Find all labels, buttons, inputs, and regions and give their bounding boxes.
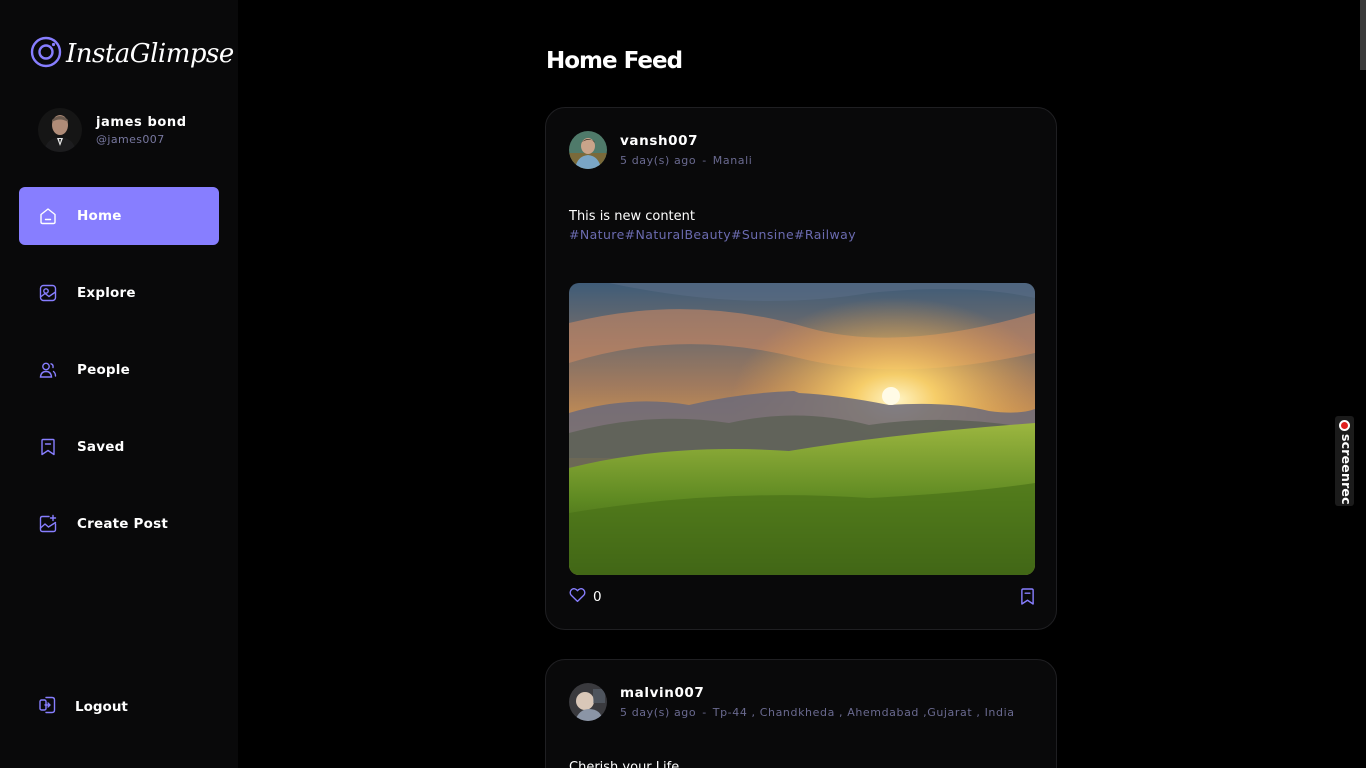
nav-label-home: Home <box>77 208 122 224</box>
post-location: Manali <box>712 154 753 167</box>
profile-name: james bond <box>96 114 187 130</box>
post-subline: 5 day(s) ago - Manali <box>620 154 752 167</box>
post-location: Tp-44 , Chandkheda , Ahemdabad ,Gujarat … <box>712 706 1015 719</box>
post-image[interactable] <box>569 283 1035 575</box>
page-title: Home Feed <box>546 48 683 74</box>
post-username[interactable]: vansh007 <box>620 133 752 149</box>
screenrec-badge[interactable]: screenrec <box>1335 416 1354 506</box>
explore-icon <box>37 282 59 304</box>
post-author-avatar[interactable] <box>569 131 607 169</box>
screenrec-label: screenrec <box>1339 434 1354 505</box>
page-scrollbar[interactable] <box>1360 0 1366 70</box>
post-time: 5 day(s) ago <box>620 706 697 719</box>
logo-text: InstaGlimpse <box>66 39 234 69</box>
user-profile[interactable]: james bond @james007 <box>38 108 187 152</box>
nav-item-saved[interactable]: Saved <box>19 418 219 476</box>
like-count: 0 <box>593 589 602 605</box>
post-caption: This is new content <box>569 209 695 224</box>
post-actions: 0 <box>569 587 602 607</box>
post-username[interactable]: malvin007 <box>620 685 1015 701</box>
save-post-button[interactable] <box>1020 588 1035 609</box>
sidebar: InstaGlimpse james bond @james007 Home E… <box>0 0 238 768</box>
like-button[interactable] <box>569 587 586 607</box>
post-meta: malvin007 5 day(s) ago - Tp-44 , Chandkhed… <box>620 685 1015 719</box>
post-header: vansh007 5 day(s) ago - Manali <box>569 131 752 169</box>
post-separator: - <box>702 706 707 719</box>
people-icon <box>37 359 59 381</box>
post-tags[interactable]: #Nature#NaturalBeauty#Sunsine#Railway <box>569 227 856 242</box>
post-caption: Cherish your Life <box>569 760 680 768</box>
logout-button[interactable]: Logout <box>37 695 128 719</box>
post-card: malvin007 5 day(s) ago - Tp-44 , Chandkhed… <box>545 659 1057 768</box>
record-icon <box>1339 420 1350 431</box>
post-card: vansh007 5 day(s) ago - Manali This is new… <box>545 107 1057 630</box>
user-avatar <box>38 108 82 152</box>
nav-label-saved: Saved <box>77 439 125 455</box>
post-separator: - <box>702 154 707 167</box>
nav-item-explore[interactable]: Explore <box>19 264 219 322</box>
nav-label-explore: Explore <box>77 285 136 301</box>
post-subline: 5 day(s) ago - Tp-44 , Chandkheda , Ahemda… <box>620 706 1015 719</box>
post-time: 5 day(s) ago <box>620 154 697 167</box>
logout-icon <box>37 695 57 719</box>
app: InstaGlimpse james bond @james007 Home E… <box>0 0 1366 768</box>
profile-info: james bond @james007 <box>96 115 187 146</box>
instagram-logo-icon <box>30 36 62 72</box>
create-post-icon <box>37 513 59 535</box>
nav-item-create-post[interactable]: Create Post <box>19 495 219 553</box>
home-icon <box>37 205 59 227</box>
logout-label: Logout <box>75 699 128 715</box>
profile-handle: @james007 <box>96 132 165 146</box>
main-nav: Home Explore People Saved Create Post <box>19 187 219 572</box>
nav-label-create-post: Create Post <box>77 516 168 532</box>
nav-item-people[interactable]: People <box>19 341 219 399</box>
app-logo[interactable]: InstaGlimpse <box>30 36 234 72</box>
nav-label-people: People <box>77 362 130 378</box>
post-meta: vansh007 5 day(s) ago - Manali <box>620 133 752 167</box>
nav-item-home[interactable]: Home <box>19 187 219 245</box>
post-author-avatar[interactable] <box>569 683 607 721</box>
saved-icon <box>37 436 59 458</box>
post-header: malvin007 5 day(s) ago - Tp-44 , Chandkhed… <box>569 683 1015 721</box>
